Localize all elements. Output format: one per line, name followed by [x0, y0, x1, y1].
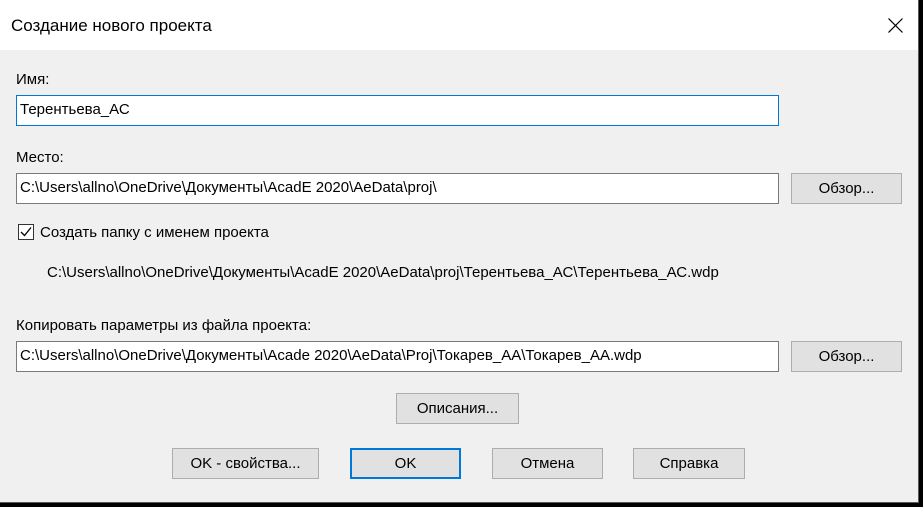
copy-settings-label: Копировать параметры из файла проекта: — [16, 317, 312, 334]
location-browse-button[interactable]: Обзор... — [791, 173, 902, 204]
checkmark-icon — [20, 227, 32, 237]
project-file-path: C:\Users\allno\OneDrive\Документы\AcadE … — [47, 264, 719, 281]
help-button[interactable]: Справка — [633, 448, 745, 479]
close-button[interactable] — [872, 0, 918, 50]
new-project-dialog: Создание нового проекта Имя: Терентьева_… — [0, 0, 919, 503]
close-icon — [888, 18, 903, 33]
copy-settings-browse-button[interactable]: Обзор... — [791, 341, 902, 372]
cancel-button[interactable]: Отмена — [492, 448, 603, 479]
title-bar: Создание нового проекта — [0, 0, 918, 50]
location-label: Место: — [16, 149, 64, 166]
name-label: Имя: — [16, 71, 50, 88]
ok-properties-button[interactable]: OK - свойства... — [172, 448, 319, 479]
ok-button[interactable]: OK — [350, 448, 461, 479]
create-folder-checkbox[interactable] — [18, 224, 34, 240]
descriptions-button[interactable]: Описания... — [396, 393, 519, 424]
create-folder-label[interactable]: Создать папку с именем проекта — [40, 224, 269, 241]
copy-settings-input[interactable]: C:\Users\allno\OneDrive\Документы\Acade … — [16, 341, 779, 372]
window-title: Создание нового проекта — [11, 16, 212, 35]
name-input[interactable]: Терентьева_АС — [16, 95, 779, 126]
location-input[interactable]: C:\Users\allno\OneDrive\Документы\AcadE … — [16, 173, 779, 204]
